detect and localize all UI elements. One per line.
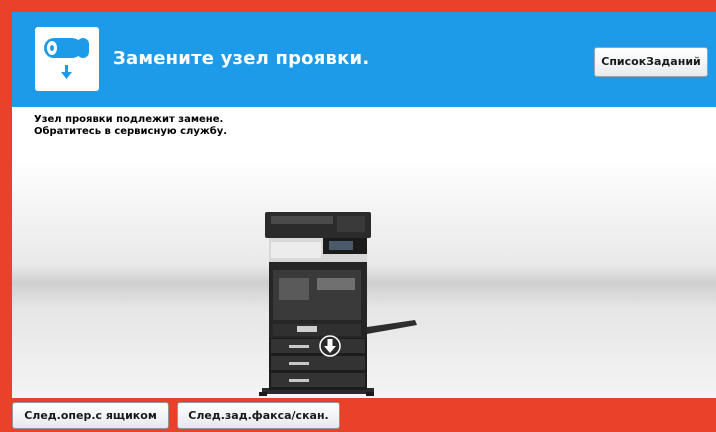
developing-unit-replace-icon [35,27,99,91]
job-list-button[interactable]: СписокЗаданий [594,47,708,77]
next-fax-scan-job-button[interactable]: След.зад.факса/скан. [177,402,340,429]
message-area: Узел проявки подлежит замене. Обратитесь… [12,107,716,157]
illustration-area [12,157,716,398]
arrow-down-icon [319,335,341,357]
page-title: Замените узел проявки. [113,48,370,69]
warning-header: Замените узел проявки. СписокЗаданий [12,12,716,107]
message-line-1: Узел проявки подлежит замене. [34,114,224,125]
next-tray-operation-button[interactable]: След.опер.с ящиком [12,402,169,429]
message-line-2: Обратитесь в сервисную службу. [34,126,228,137]
warning-screen: Замените узел проявки. СписокЗаданий Узе… [12,12,716,398]
footer-bar: След.опер.с ящиком След.зад.факса/скан. [0,398,716,432]
printer-mfp-icon [257,212,422,398]
